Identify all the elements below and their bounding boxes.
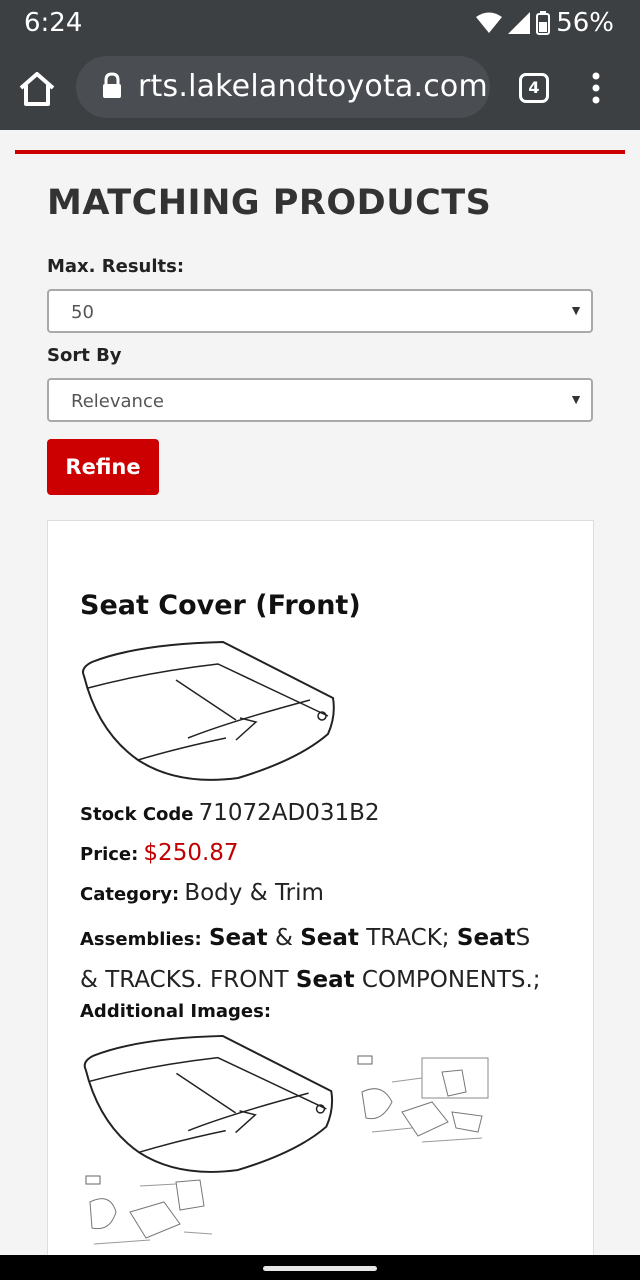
category-value: Body & Trim <box>184 880 324 906</box>
max-results-label: Max. Results: <box>47 256 185 277</box>
cell-signal-icon <box>508 12 531 34</box>
stock-code-label: Stock Code <box>80 804 194 825</box>
assembly-keyword: Seat <box>300 925 359 951</box>
additional-image-parts-diagram[interactable] <box>80 1172 218 1258</box>
stock-code-row: Stock Code 71072AD031B2 <box>80 800 380 826</box>
overflow-menu-icon[interactable] <box>586 70 606 106</box>
page-title: MATCHING PRODUCTS <box>47 183 492 223</box>
assemblies-row: Assemblies: Seat & Seat TRACK; SeatS & T… <box>80 918 550 1001</box>
seat-cover-image[interactable] <box>78 638 336 784</box>
additional-image-parts-diagram[interactable] <box>352 1052 494 1152</box>
price-value: $250.87 <box>143 840 239 866</box>
assembly-keyword: Seat <box>208 925 268 951</box>
url-field[interactable]: rts.lakelandtoyota.com <box>76 56 490 118</box>
assembly-text: COMPONENTS.; <box>354 967 541 993</box>
refine-button[interactable]: Refine <box>47 439 159 495</box>
home-icon[interactable] <box>16 68 58 110</box>
assembly-keyword: Seat <box>456 925 516 951</box>
max-results-value: 50 <box>71 302 94 323</box>
browser-toolbar: rts.lakelandtoyota.com 4 <box>0 48 640 130</box>
sort-by-label: Sort By <box>47 345 122 366</box>
price-row: Price: $250.87 <box>80 840 239 866</box>
stock-code-value: 71072AD031B2 <box>198 800 380 826</box>
url-text: rts.lakelandtoyota.com <box>138 69 488 104</box>
battery-percent: 56% <box>556 8 614 38</box>
lock-icon <box>103 72 121 98</box>
dropdown-arrow-icon: ▼ <box>569 391 583 407</box>
wifi-icon <box>476 12 503 33</box>
sort-by-select[interactable]: Relevance ▼ <box>47 378 593 422</box>
additional-image-seat-cover[interactable] <box>78 1032 336 1176</box>
price-label: Price: <box>80 844 139 865</box>
status-time: 6:24 <box>24 8 83 38</box>
assembly-keyword: Seat <box>295 967 355 993</box>
max-results-select[interactable]: 50 ▼ <box>47 289 593 333</box>
tab-switcher-icon[interactable]: 4 <box>519 73 549 103</box>
assemblies-label: Assemblies: <box>80 929 202 950</box>
battery-icon <box>536 11 551 35</box>
dropdown-arrow-icon: ▼ <box>569 302 583 318</box>
gesture-handle[interactable] <box>263 1266 377 1271</box>
status-bar: 6:24 56% <box>0 0 640 48</box>
additional-images-label: Additional Images: <box>80 1001 272 1022</box>
category-row: Category: Body & Trim <box>80 880 324 906</box>
sort-by-value: Relevance <box>71 391 164 412</box>
assembly-text: TRACK; <box>358 925 457 951</box>
category-label: Category: <box>80 884 180 905</box>
assembly-text: & <box>267 925 301 951</box>
status-icons: 56% <box>476 8 614 38</box>
product-title[interactable]: Seat Cover (Front) <box>80 590 361 621</box>
